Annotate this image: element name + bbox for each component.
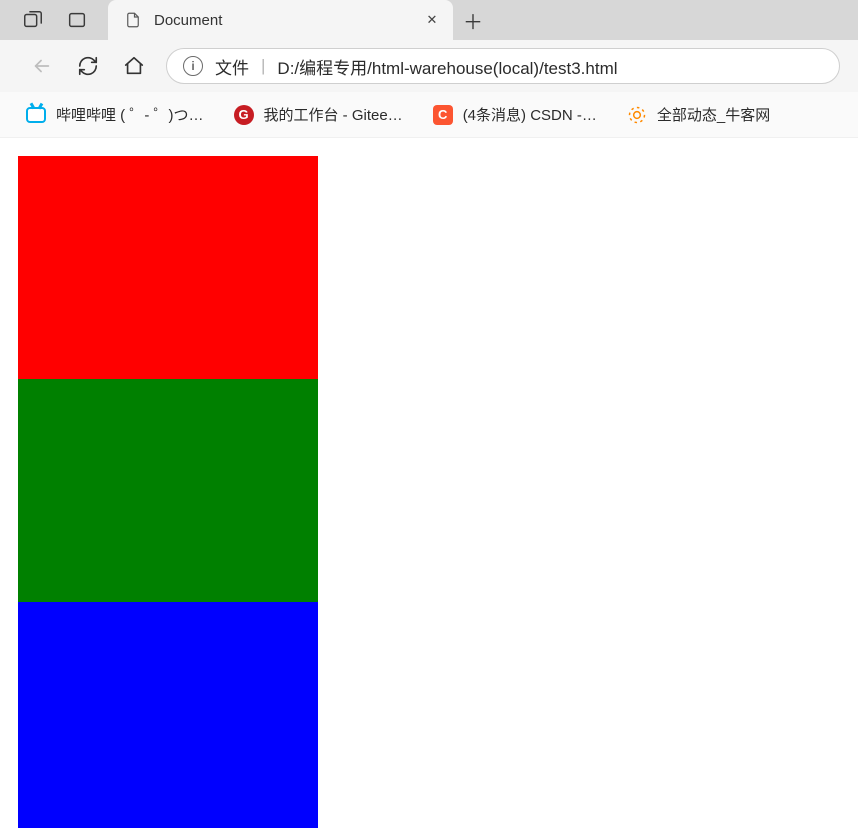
address-path: D:/编程专用/html-warehouse(local)/test3.html <box>277 54 617 79</box>
bookmark-csdn[interactable]: C (4条消息) CSDN -… <box>427 100 603 129</box>
document-icon <box>124 11 142 29</box>
bookmark-nowcoder[interactable]: 全部动态_牛客网 <box>621 100 776 129</box>
address-separator: | <box>261 56 265 76</box>
color-stack <box>18 156 318 828</box>
close-tab-button[interactable]: ✕ <box>423 11 441 29</box>
window-controls <box>0 0 108 40</box>
new-tab-button[interactable]: ＋ <box>453 0 493 40</box>
browser-toolbar: i 文件 | D:/编程专用/html-warehouse(local)/tes… <box>0 40 858 92</box>
site-info-icon[interactable]: i <box>183 56 203 76</box>
address-protocol-label: 文件 <box>215 54 249 79</box>
nowcoder-icon <box>627 105 647 125</box>
gitee-icon: G <box>234 105 254 125</box>
page-viewport <box>0 138 858 828</box>
csdn-icon: C <box>433 105 453 125</box>
address-bar[interactable]: i 文件 | D:/编程专用/html-warehouse(local)/tes… <box>166 48 840 84</box>
refresh-button[interactable] <box>74 52 102 80</box>
bilibili-icon <box>26 105 46 125</box>
plus-icon: ＋ <box>463 6 483 35</box>
close-icon: ✕ <box>427 12 438 28</box>
home-button[interactable] <box>120 52 148 80</box>
bookmark-label: 哔哩哔哩 ( ゜- ゜)つ… <box>56 104 204 125</box>
bookmark-bilibili[interactable]: 哔哩哔哩 ( ゜- ゜)つ… <box>20 100 210 129</box>
bookmark-label: 全部动态_牛客网 <box>657 104 770 125</box>
red-block <box>18 156 318 379</box>
green-block <box>18 379 318 602</box>
bookmarks-bar: 哔哩哔哩 ( ゜- ゜)つ… G 我的工作台 - Gitee… C (4条消息)… <box>0 92 858 138</box>
tab-actions-icon[interactable] <box>22 9 44 31</box>
bookmark-gitee[interactable]: G 我的工作台 - Gitee… <box>228 100 409 129</box>
blue-block <box>18 602 318 828</box>
browser-tab-strip: Document ✕ ＋ <box>0 0 858 40</box>
workspaces-icon[interactable] <box>66 9 88 31</box>
back-button[interactable] <box>28 52 56 80</box>
tab-title: Document <box>154 12 411 29</box>
browser-tab-active[interactable]: Document ✕ <box>108 0 453 40</box>
bookmark-label: 我的工作台 - Gitee… <box>264 104 403 125</box>
bookmark-label: (4条消息) CSDN -… <box>463 104 597 125</box>
